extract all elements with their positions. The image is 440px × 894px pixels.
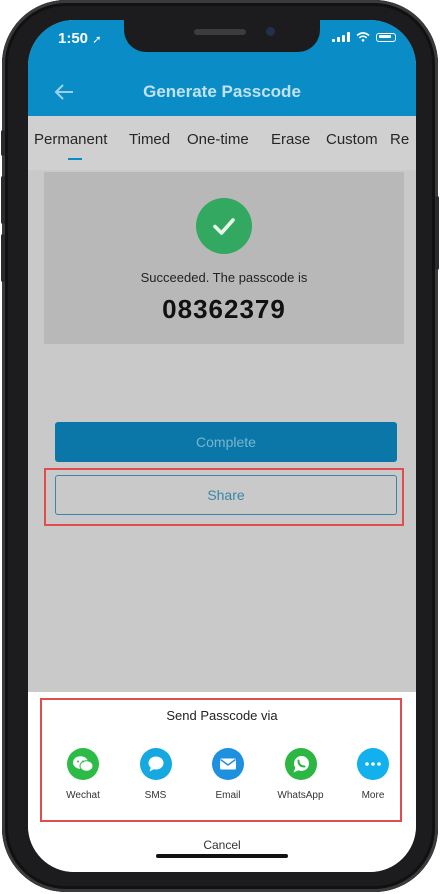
- share-option-label: Wechat: [66, 790, 100, 801]
- mute-switch: [1, 130, 5, 156]
- share-option-whatsapp[interactable]: WhatsApp: [272, 748, 330, 801]
- home-indicator: [156, 854, 288, 858]
- power-button: [435, 196, 439, 270]
- share-option-sms[interactable]: SMS: [127, 748, 185, 801]
- share-options: Wechat SMS Email WhatsApp More: [54, 748, 402, 801]
- tab-erase[interactable]: Erase: [271, 131, 310, 148]
- battery-icon: [376, 32, 396, 42]
- sms-icon: [139, 748, 172, 780]
- share-option-wechat[interactable]: Wechat: [54, 748, 112, 801]
- passcode-value: 08362379: [162, 294, 286, 324]
- status-icons: [332, 32, 396, 42]
- share-button[interactable]: Share: [55, 475, 397, 515]
- whatsapp-icon: [284, 748, 317, 780]
- share-option-label: WhatsApp: [277, 790, 324, 801]
- success-message: Succeeded. The passcode is: [140, 270, 308, 285]
- page-title: Generate Passcode: [143, 82, 301, 101]
- share-option-label: Email: [215, 790, 241, 801]
- phone-frame: 1:50 ➚ Generate Passcode Permanent Timed…: [1, 0, 439, 892]
- result-card: Succeeded. The passcode is 08362379: [44, 172, 404, 344]
- tab-partial[interactable]: Re: [390, 131, 409, 148]
- share-sheet-title: Send Passcode via: [166, 708, 278, 723]
- tab-one-time[interactable]: One-time: [187, 131, 249, 148]
- success-check-icon: [196, 198, 252, 254]
- location-arrow-icon: ➚: [92, 34, 102, 46]
- tab-timed[interactable]: Timed: [129, 131, 170, 148]
- tab-custom[interactable]: Custom: [326, 131, 378, 148]
- email-icon: [212, 748, 244, 780]
- share-option-email[interactable]: Email: [199, 748, 257, 801]
- share-option-label: SMS: [144, 790, 167, 801]
- notch: [124, 20, 320, 52]
- front-camera: [266, 27, 275, 36]
- volume-up-button: [1, 176, 5, 224]
- share-option-more[interactable]: More: [344, 748, 402, 801]
- screen: 1:50 ➚ Generate Passcode Permanent Timed…: [28, 20, 416, 872]
- status-time: 1:50 ➚: [58, 30, 101, 47]
- speaker: [194, 29, 246, 35]
- wechat-icon: [67, 748, 99, 780]
- passcode-type-tabs: Permanent Timed One-time Erase Custom Re: [28, 116, 416, 170]
- cancel-button[interactable]: Cancel: [28, 838, 416, 852]
- status-time-text: 1:50: [58, 30, 89, 47]
- tab-permanent[interactable]: Permanent: [34, 131, 107, 148]
- share-sheet: Send Passcode via Wechat SMS Email Whats…: [28, 692, 416, 872]
- wifi-icon: [356, 32, 370, 42]
- volume-down-button: [1, 234, 5, 282]
- signal-icon: [332, 32, 350, 42]
- complete-button[interactable]: Complete: [55, 422, 397, 462]
- more-icon: [357, 748, 389, 780]
- share-option-label: More: [361, 790, 385, 801]
- active-tab-indicator: [68, 158, 82, 160]
